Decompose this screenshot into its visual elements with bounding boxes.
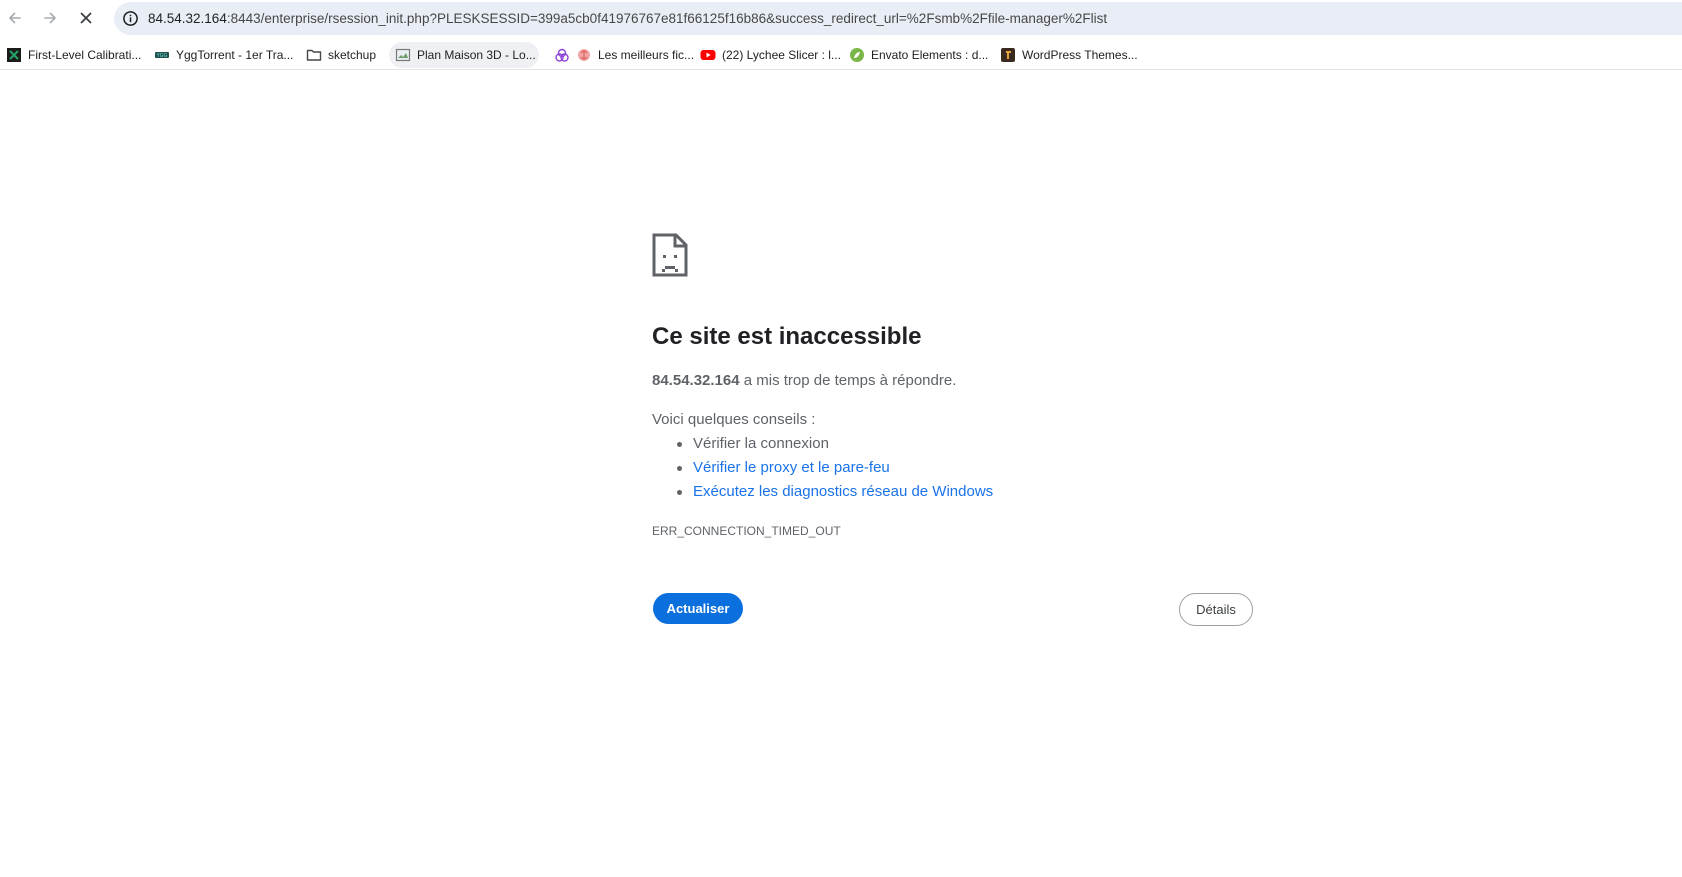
bookmark-item[interactable]: Plan Maison 3D - Lo... xyxy=(389,42,539,68)
bookmark-label: sketchup xyxy=(328,48,377,62)
svg-text:YGG: YGG xyxy=(156,53,168,59)
loop-icon xyxy=(554,47,570,63)
leaf-icon xyxy=(849,47,865,63)
reload-button[interactable]: Actualiser xyxy=(653,593,743,624)
bookmark-item[interactable]: Envato Elements : d... xyxy=(843,42,994,68)
url-host: 84.54.32.164 xyxy=(148,11,227,26)
folder-icon xyxy=(306,47,322,63)
error-code: ERR_CONNECTION_TIMED_OUT xyxy=(652,524,841,538)
error-summary-text: a mis trop de temps à répondre. xyxy=(739,372,957,389)
ygg-icon: YGG xyxy=(154,47,170,63)
image-icon xyxy=(395,47,411,63)
excel-green-icon xyxy=(6,47,22,63)
address-bar[interactable]: 84.54.32.164:8443/enterprise/rsession_in… xyxy=(114,2,1682,35)
error-summary: 84.54.32.164 a mis trop de temps à répon… xyxy=(652,372,956,389)
bookmark-item[interactable]: YGG YggTorrent - 1er Tra... xyxy=(148,42,299,68)
tip-check-proxy-link[interactable]: Vérifier le proxy et le pare-feu xyxy=(652,456,993,480)
bookmark-label: Plan Maison 3D - Lo... xyxy=(417,48,536,62)
info-icon[interactable] xyxy=(121,10,139,28)
tip-run-diagnostics-link[interactable]: Exécutez les diagnostics réseau de Windo… xyxy=(652,480,993,504)
bookmark-item[interactable]: sketchup xyxy=(300,42,382,68)
close-icon xyxy=(80,12,92,24)
error-host: 84.54.32.164 xyxy=(652,372,740,389)
brain-icon xyxy=(576,47,592,63)
bookmark-label: First-Level Calibrati... xyxy=(28,48,142,62)
details-button[interactable]: Détails xyxy=(1179,593,1253,626)
back-button[interactable] xyxy=(1,4,29,32)
bookmark-item[interactable]: WordPress Themes... xyxy=(994,42,1144,68)
url-text[interactable]: 84.54.32.164:8443/enterprise/rsession_in… xyxy=(148,11,1107,26)
arrow-right-icon xyxy=(44,12,56,24)
forward-button[interactable] xyxy=(36,4,64,32)
bookmark-item[interactable]: Les meilleurs fic... xyxy=(548,42,700,68)
url-path: :8443/enterprise/rsession_init.php?PLESK… xyxy=(226,11,1108,26)
browser-toolbar: 84.54.32.164:8443/enterprise/rsession_in… xyxy=(0,0,1682,36)
themeforest-icon xyxy=(1000,47,1016,63)
error-title: Ce site est inaccessible xyxy=(652,323,922,350)
bookmark-item[interactable]: First-Level Calibrati... xyxy=(0,42,147,68)
tip-check-connection: Vérifier la connexion xyxy=(652,432,993,456)
tips-label: Voici quelques conseils : xyxy=(652,411,816,428)
stop-loading-button[interactable] xyxy=(72,4,100,32)
arrow-left-icon xyxy=(9,12,21,24)
bookmark-item[interactable]: (22) Lychee Slicer : l... xyxy=(694,42,847,68)
bookmark-label: Les meilleurs fic... xyxy=(598,48,695,62)
bookmark-label: YggTorrent - 1er Tra... xyxy=(176,48,294,62)
bookmarks-bar: First-Level Calibrati... YGG YggTorrent … xyxy=(0,40,1682,70)
bookmark-label: WordPress Themes... xyxy=(1022,48,1138,62)
tips-list: Vérifier la connexion Vérifier le proxy … xyxy=(652,432,993,504)
youtube-icon xyxy=(700,47,716,63)
bookmark-label: Envato Elements : d... xyxy=(871,48,989,62)
sad-page-icon xyxy=(652,233,688,277)
bookmark-label: (22) Lychee Slicer : l... xyxy=(722,48,841,62)
